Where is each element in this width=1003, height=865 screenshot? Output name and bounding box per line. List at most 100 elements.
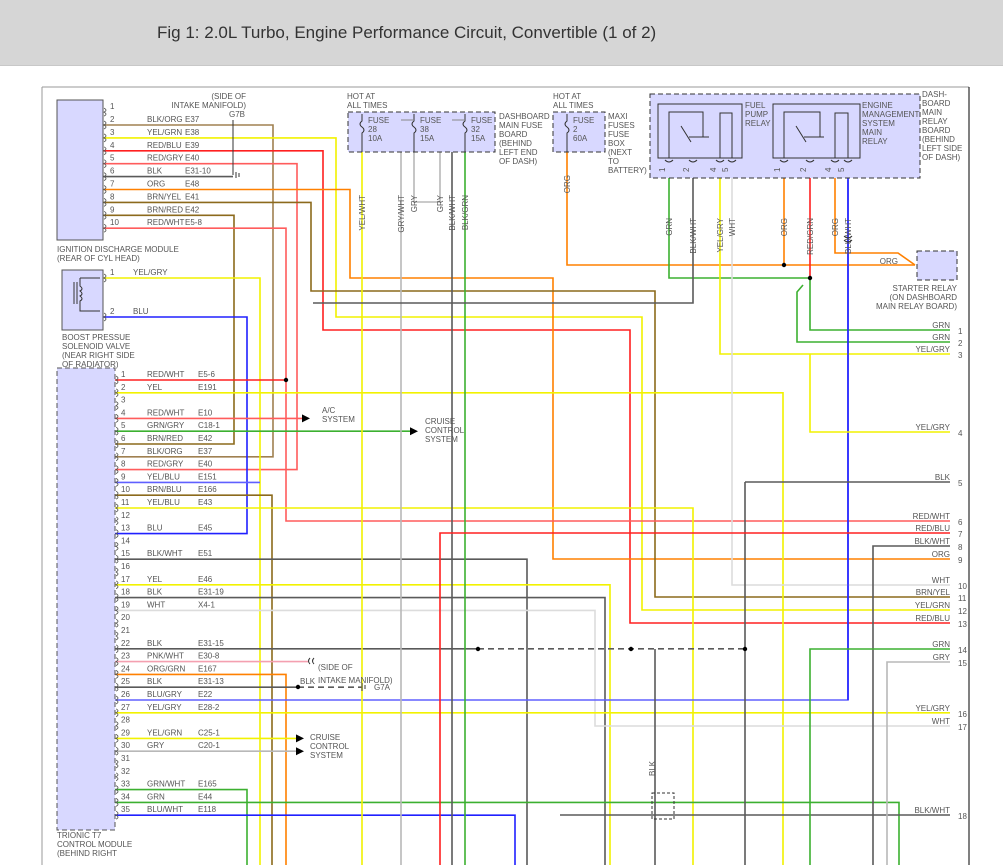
wire-color-label: GRN: [932, 321, 950, 330]
pin-number: 19: [121, 600, 130, 609]
pin-number: 8: [110, 192, 115, 201]
pin-connector-icon: [115, 542, 119, 551]
wire-color-label: YEL/GRN: [147, 728, 182, 737]
splice-dot: [807, 275, 813, 281]
fuse-board-label: DASHBOARD: [499, 112, 550, 121]
component-label: CONTROL MODULE: [57, 840, 132, 849]
wire-color-label: BLK: [147, 588, 163, 597]
wire-color-label: ORG: [563, 175, 572, 193]
circuit-code: E31-15: [198, 639, 224, 648]
wire-color-label: RED/WHT: [147, 370, 184, 379]
wire: [115, 391, 784, 865]
relay-label: MAIN: [862, 128, 882, 137]
pin-number: 9: [958, 556, 963, 565]
pin-number: 1: [110, 102, 115, 111]
pin-connector-icon: [115, 772, 119, 782]
pin-number: 3: [958, 351, 963, 360]
connector-icon: [308, 657, 315, 665]
wire-color-label: BRN/RED: [147, 205, 183, 214]
pin-number: 24: [121, 664, 130, 673]
maxi-fuse-label: MAXI: [608, 112, 628, 121]
circuit-code: E37: [185, 115, 200, 124]
wire-color-label: BLK: [147, 167, 163, 176]
wire-color-label: YEL/GRY: [147, 703, 182, 712]
pin-number: 4: [958, 429, 963, 438]
fuse-label: FUSE: [420, 116, 441, 125]
relay-label: ENGINE: [862, 101, 893, 110]
wire-color-label: YEL: [147, 383, 163, 392]
wire-color-label: YEL: [147, 575, 163, 584]
ground-label: (SIDE OF: [318, 663, 353, 672]
circuit-code: E48: [185, 180, 200, 189]
pin-number: 21: [121, 626, 130, 635]
wire: [103, 137, 950, 611]
pin-number: 7: [121, 447, 126, 456]
pin-number: 10: [121, 485, 130, 494]
wire: [413, 152, 441, 203]
pin-number: 14: [121, 536, 130, 545]
wire-color-label: WHT: [728, 218, 737, 236]
wire-color-label: BRN/RED: [147, 434, 183, 443]
pin-number: 2: [799, 167, 808, 172]
destination-label: CONTROL: [310, 742, 350, 751]
relay-label: RELAY: [862, 137, 888, 146]
wire: [809, 354, 950, 433]
splice-dot: [742, 646, 748, 652]
pin-number: 32: [121, 767, 130, 776]
pin-number: 6: [110, 167, 115, 176]
wire: [115, 494, 273, 865]
circuit-code: E191: [198, 383, 217, 392]
pin-number: 4: [110, 141, 115, 150]
relay-board-label: DASH-: [922, 90, 947, 99]
fuse-board-label: OF DASH): [499, 157, 538, 166]
pin-number: 33: [121, 780, 130, 789]
pin-connector-icon: [115, 401, 119, 410]
pin-number: 1: [121, 370, 126, 379]
pin-number: 20: [121, 613, 130, 622]
arrow-icon: [296, 734, 304, 743]
boost-valve-box: [61, 269, 104, 331]
arrow-icon: [296, 747, 304, 756]
wire-color-label: BRN/BLU: [147, 485, 182, 494]
pin-number: 6: [958, 518, 963, 527]
wire: [103, 201, 950, 598]
hot-label: HOT AT: [553, 92, 581, 101]
pin-number: 25: [121, 677, 130, 686]
wire-color-label: RED/BLU: [915, 614, 950, 623]
wire-color-label: RED/WHT: [147, 408, 184, 417]
maxi-fuse-label: BOX: [608, 139, 626, 148]
wire: [313, 168, 694, 304]
wire-color-label: RED/GRY: [147, 460, 184, 469]
relay-board-label: MAIN: [922, 108, 942, 117]
circuit-code: X4-1: [198, 600, 215, 609]
ground-label: (SIDE OF: [211, 92, 246, 101]
circuit-code: E51: [198, 549, 213, 558]
circuit-code: E151: [198, 472, 217, 481]
fuse-amps: 15A: [471, 134, 486, 143]
pin-number: 1: [958, 327, 963, 336]
fuse-board-label: MAIN FUSE: [499, 121, 543, 130]
destination-label: CRUISE: [425, 417, 455, 426]
fuse-number: 32: [471, 125, 480, 134]
pin-number: 3: [110, 128, 115, 137]
circuit-code: E42: [185, 205, 200, 214]
circuit-code: E10: [198, 408, 213, 417]
wire-color-label: BLK/WHT: [914, 537, 950, 546]
wire-color-label: BLK/WHT: [147, 549, 183, 558]
circuit-code: E43: [198, 498, 213, 507]
circuit-code: E40: [198, 460, 213, 469]
pin-connector-icon: [115, 759, 119, 769]
pin-number: 22: [121, 639, 130, 648]
circuit-code: C18-1: [198, 421, 220, 430]
hot-label: ALL TIMES: [347, 101, 387, 110]
relay-label: FUEL: [745, 101, 766, 110]
pin-number: 10: [958, 582, 967, 591]
fuse-board-label: LEFT END: [499, 148, 538, 157]
wire: [886, 661, 950, 865]
pin-number: 10: [110, 218, 119, 227]
pin-number: 35: [121, 805, 130, 814]
fuse-amps: 10A: [368, 134, 383, 143]
pin-connector-icon: [115, 567, 119, 577]
wire-color-label: GRN/GRY: [147, 421, 185, 430]
starter-relay-label: MAIN RELAY BOARD): [876, 302, 957, 311]
